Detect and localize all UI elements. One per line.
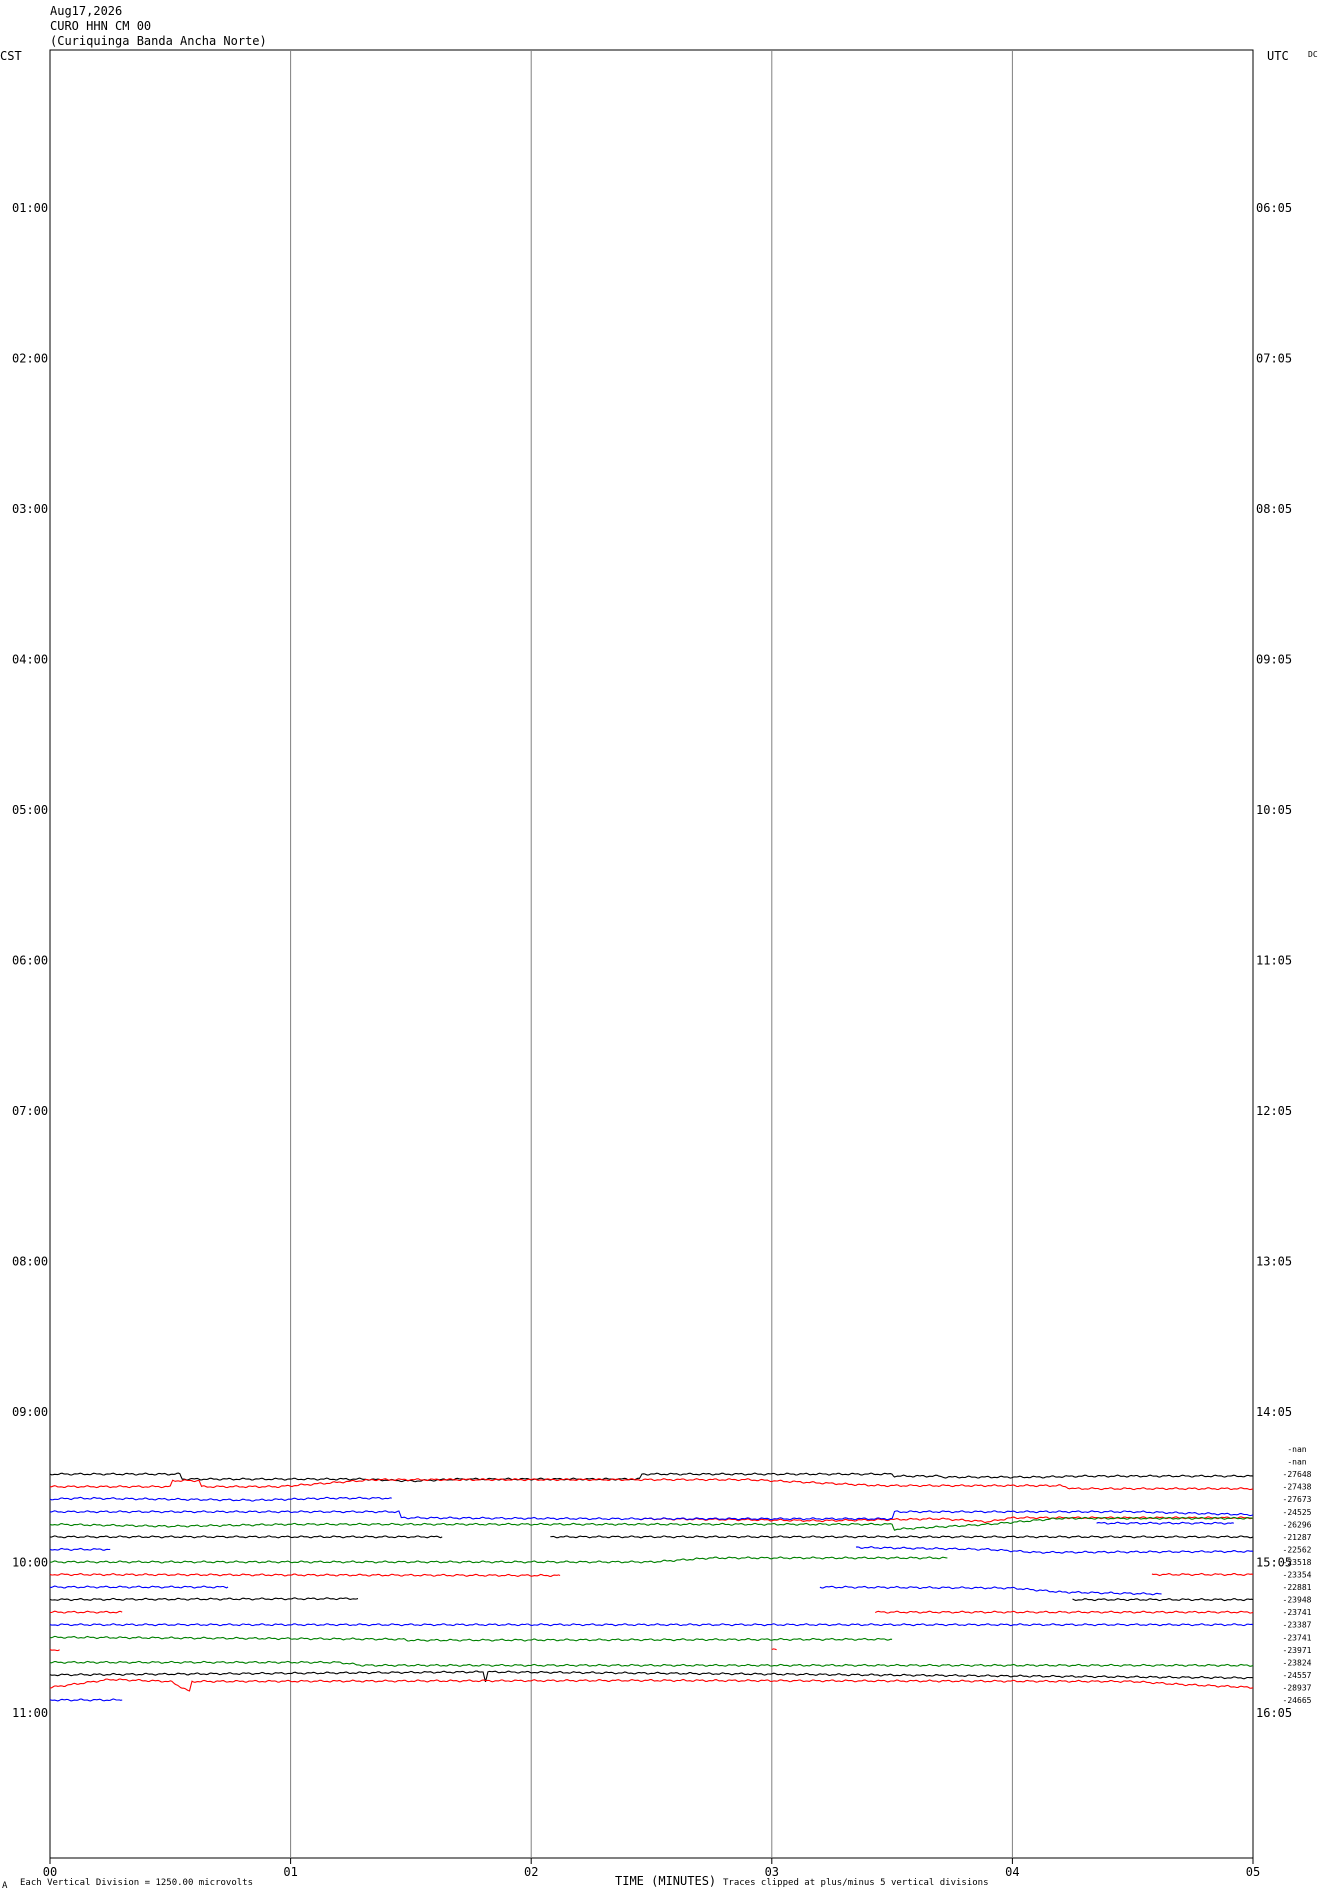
seismic-trace (49, 1472, 1254, 1483)
right-hour-label: 12:05 (1256, 1104, 1292, 1118)
right-hour-label: 13:05 (1256, 1255, 1292, 1269)
scale-note: Each Vertical Division = 1250.00 microvo… (20, 1878, 253, 1888)
seismic-trace (771, 1648, 777, 1651)
x-axis-title: TIME (MINUTES) (615, 1874, 717, 1888)
row-value-label: -28937 (1283, 1683, 1312, 1692)
row-value-label: -23824 (1283, 1658, 1312, 1667)
x-tick-label: 05 (1246, 1865, 1260, 1879)
seismic-trace (49, 1516, 1254, 1531)
x-tick-label: 03 (765, 1865, 779, 1879)
seismic-trace (49, 1660, 1254, 1667)
x-tick-label: 04 (1005, 1865, 1019, 1879)
left-hour-label: 11:00 (12, 1706, 48, 1720)
row-value-label: -21287 (1283, 1533, 1312, 1542)
seismic-trace (1151, 1572, 1254, 1577)
right-hour-label: 10:05 (1256, 803, 1292, 817)
right-hour-label: 16:05 (1256, 1706, 1292, 1720)
seismic-trace (49, 1670, 1254, 1683)
row-value-label: -23518 (1283, 1558, 1312, 1567)
seismic-trace (49, 1585, 229, 1589)
row-value-label: -23387 (1283, 1621, 1312, 1630)
row-value-label: -nan (1287, 1458, 1306, 1467)
row-value-label: -23354 (1283, 1571, 1312, 1580)
seismic-trace (49, 1547, 111, 1551)
left-hour-label: 10:00 (12, 1556, 48, 1570)
left-hour-label: 09:00 (12, 1405, 48, 1419)
seismic-trace (1072, 1598, 1254, 1602)
row-value-label: -24525 (1283, 1508, 1312, 1517)
seismic-trace (875, 1610, 1254, 1614)
left-hour-label: 05:00 (12, 803, 48, 817)
seismic-trace (855, 1546, 1254, 1554)
seismic-trace (49, 1535, 443, 1539)
seismic-trace (819, 1585, 1162, 1596)
clip-note: Traces clipped at plus/minus 5 vertical … (723, 1878, 989, 1888)
row-value-label: -23741 (1283, 1608, 1312, 1617)
seismic-trace (49, 1597, 359, 1602)
helicorder-plot: 00 01 02 03 04 05 01:00 02:00 03:00 04:00 05:00 06:… (12, 49, 1312, 1879)
row-value-label: -27648 (1283, 1470, 1312, 1479)
seismic-trace (49, 1635, 893, 1642)
seismic-trace (639, 1516, 1254, 1524)
seismic-trace (49, 1698, 123, 1702)
seismic-trace (49, 1573, 561, 1577)
seismic-trace (49, 1496, 392, 1502)
seismic-trace (50, 1610, 123, 1614)
row-value-label: -24557 (1283, 1671, 1312, 1680)
seismic-trace (49, 1478, 1254, 1491)
row-value-label: -27673 (1283, 1495, 1312, 1504)
x-tick-label: 01 (283, 1865, 297, 1879)
seismic-trace (49, 1678, 1254, 1692)
right-hour-label: 14:05 (1256, 1405, 1292, 1419)
seismic-trace (550, 1535, 1254, 1539)
row-value-label: -22881 (1283, 1583, 1312, 1592)
left-hour-label: 01:00 (12, 201, 48, 215)
corner-mark: A (2, 1881, 8, 1891)
plot-frame (49, 49, 1254, 1859)
left-hour-label: 06:00 (12, 954, 48, 968)
x-tick-label: 00 (43, 1865, 57, 1879)
right-hour-label: 08:05 (1256, 502, 1292, 516)
row-value-label: -22562 (1283, 1545, 1312, 1554)
right-hour-label: 09:05 (1256, 653, 1292, 667)
row-value-label: -23741 (1283, 1633, 1312, 1642)
left-hour-label: 03:00 (12, 502, 48, 516)
seismic-trace (1096, 1521, 1234, 1525)
left-hour-label: 08:00 (12, 1255, 48, 1269)
right-hour-label: 07:05 (1256, 352, 1292, 366)
left-hour-label: 07:00 (12, 1104, 48, 1118)
row-value-label: -24665 (1283, 1696, 1312, 1705)
x-tick-label: 02 (524, 1865, 538, 1879)
right-hour-label: 11:05 (1256, 954, 1292, 968)
left-hour-label: 04:00 (12, 653, 48, 667)
row-value-label: -nan (1287, 1445, 1306, 1454)
left-hour-label: 02:00 (12, 352, 48, 366)
row-value-label: -23948 (1283, 1596, 1312, 1605)
seismic-trace (50, 1556, 948, 1564)
seismic-trace (49, 1648, 60, 1652)
row-value-label: -27438 (1283, 1483, 1312, 1492)
seismic-trace (49, 1623, 1254, 1627)
right-hour-label: 06:05 (1256, 201, 1292, 215)
row-value-label: -26296 (1283, 1520, 1312, 1529)
row-value-label: -23971 (1283, 1646, 1312, 1655)
